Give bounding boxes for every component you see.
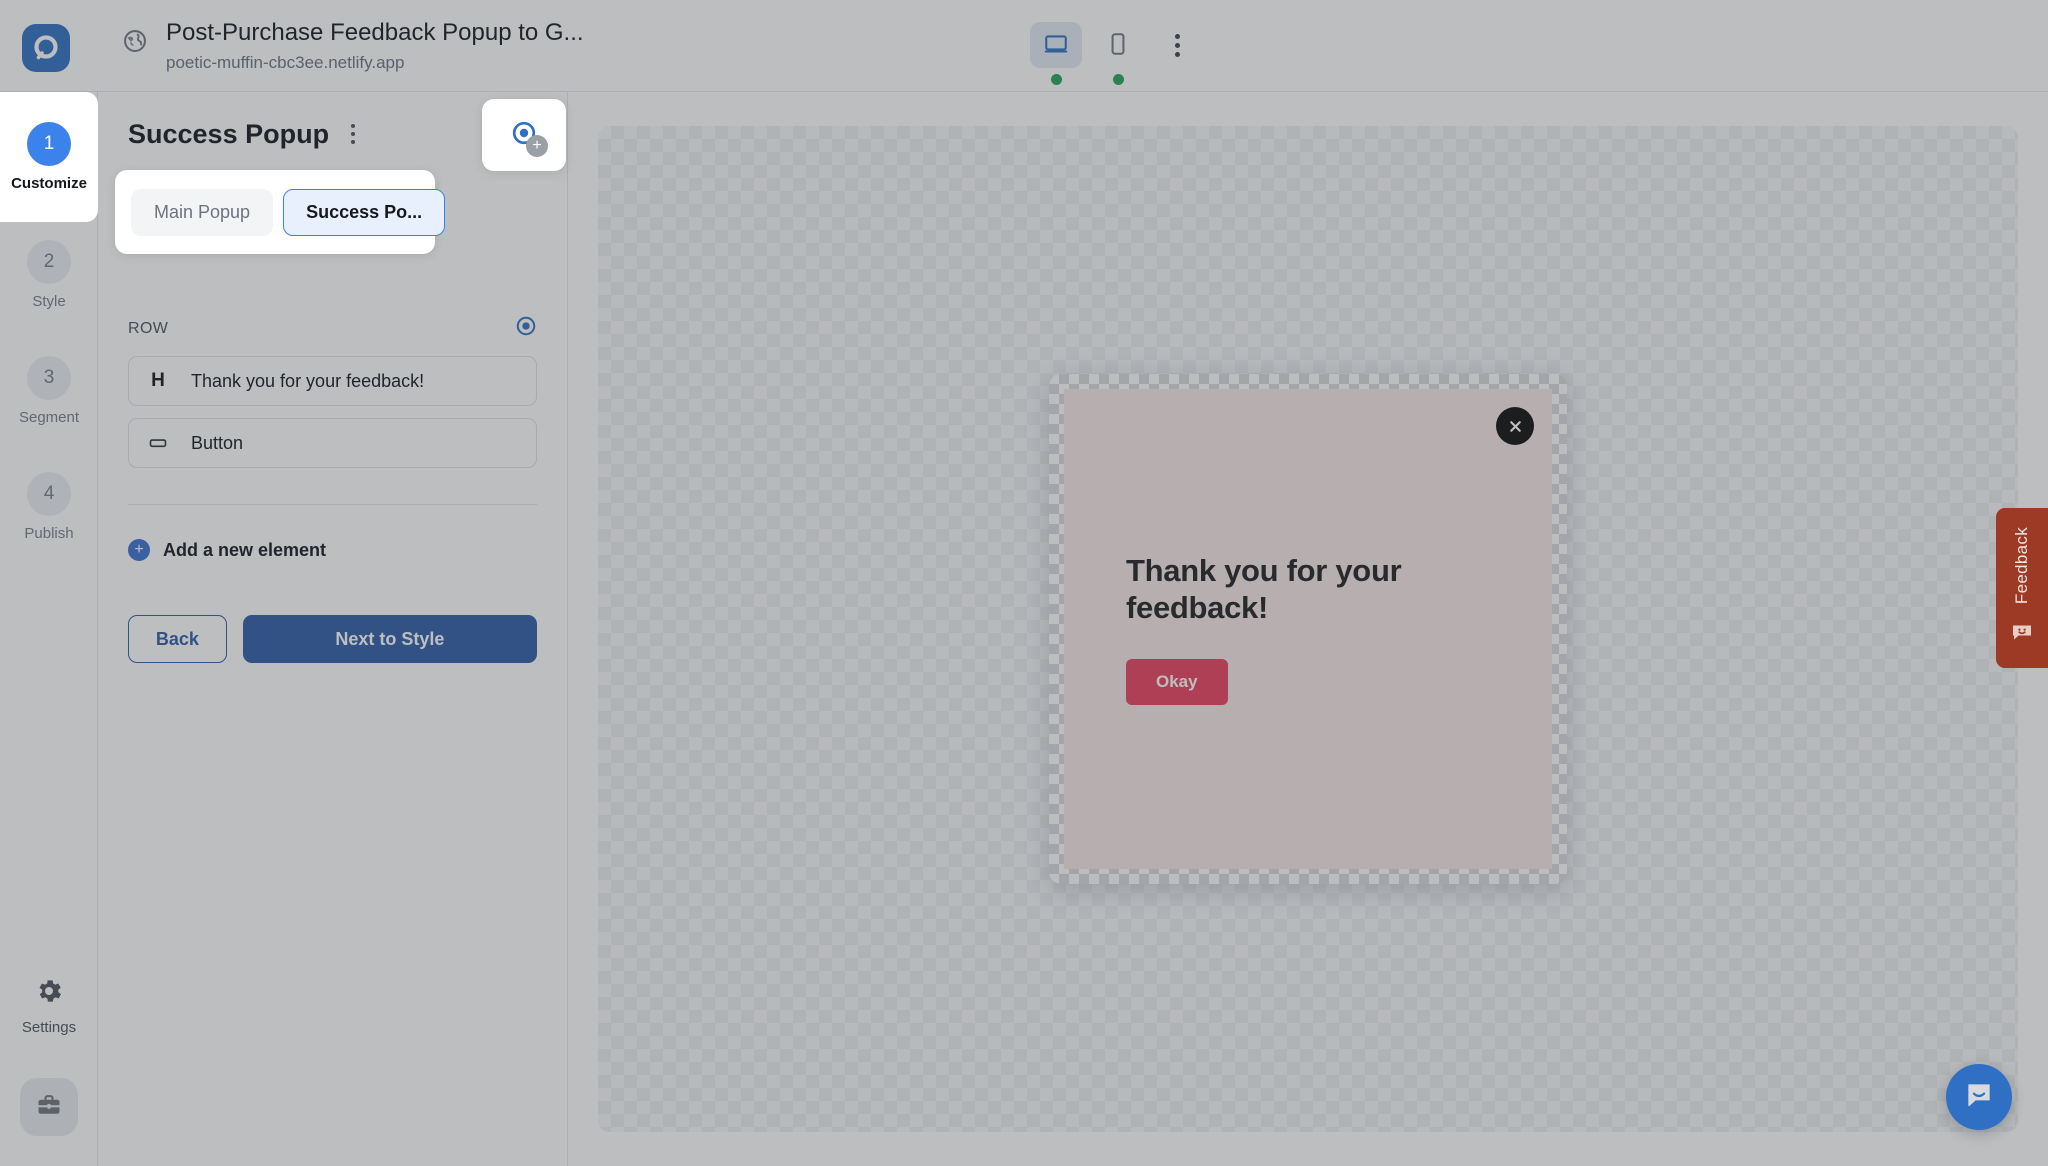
tab-main-popup[interactable]: Main Popup — [131, 188, 274, 236]
device-preview-switch — [1030, 22, 1200, 85]
row-section-header: ROW — [128, 315, 537, 342]
sidebar-item-publish[interactable]: 4 Publish — [0, 458, 98, 552]
next-to-style-button[interactable]: Next to Style — [242, 615, 537, 663]
variant-tabs-card: Main Popup Success Po... — [115, 170, 446, 254]
settings-label: Settings — [21, 1019, 77, 1036]
editor-header: Success Popup — [128, 118, 537, 150]
chat-icon — [1963, 1079, 1995, 1116]
popup-heading: Thank you for your feedback! — [1126, 553, 1402, 625]
app-root: Post-Purchase Feedback Popup to G... poe… — [0, 0, 2048, 1166]
divider — [128, 504, 537, 505]
workspace-switcher-button[interactable] — [20, 1078, 78, 1136]
canvas-frame: Thank you for your feedback! Okay — [598, 126, 2018, 1132]
document-info: Post-Purchase Feedback Popup to G... poe… — [120, 18, 584, 75]
step-label: Style — [32, 293, 66, 310]
gear-icon — [34, 976, 64, 1011]
mobile-icon — [1105, 31, 1131, 60]
step-label: Publish — [24, 525, 74, 542]
list-item-label: Thank you for your feedback! — [191, 370, 425, 391]
sidebar-item-style[interactable]: 2 Style — [0, 226, 98, 320]
add-new-element-label: Add a new element — [163, 539, 327, 560]
active-step-card[interactable]: 1 Customize — [0, 92, 98, 222]
top-header: Post-Purchase Feedback Popup to G... poe… — [0, 0, 2048, 92]
rail-bottom: Settings — [0, 976, 98, 1136]
feedback-tab[interactable]: Feedback — [1996, 508, 2048, 668]
step-number: 2 — [27, 240, 71, 284]
feedback-tab-label: Feedback — [2012, 526, 2031, 605]
tab-success-popup[interactable]: Success Po... — [283, 188, 446, 236]
popup-body: Thank you for your feedback! Okay — [1064, 389, 1552, 869]
sidebar-item-settings[interactable]: Settings — [22, 976, 76, 1036]
desktop-icon — [1043, 31, 1069, 60]
active-step-number: 1 — [27, 122, 71, 166]
step-number: 3 — [27, 356, 71, 400]
device-desktop-button[interactable] — [1030, 22, 1082, 68]
back-button[interactable]: Back — [128, 615, 227, 663]
feedback-smiley-icon — [2010, 620, 2034, 649]
step-number: 4 — [27, 472, 71, 516]
popup-preview[interactable]: Thank you for your feedback! Okay — [1049, 374, 1567, 884]
editor-kebab-menu-icon[interactable] — [343, 118, 363, 150]
element-list: H Thank you for your feedback! Button — [128, 356, 537, 468]
add-step-button[interactable]: + — [482, 99, 566, 171]
heading-icon: H — [151, 370, 165, 391]
popupsmart-logo-icon[interactable] — [22, 24, 70, 72]
plus-badge-icon: + — [526, 135, 548, 157]
list-item-label: Button — [191, 432, 244, 453]
list-item[interactable]: Button — [128, 418, 537, 468]
plus-icon: + — [128, 539, 150, 561]
page-url: poetic-muffin-cbc3ee.netlify.app — [166, 53, 405, 72]
button-icon — [147, 433, 169, 453]
row-section-label: ROW — [128, 319, 169, 337]
list-item[interactable]: H Thank you for your feedback! — [128, 356, 537, 406]
preview-canvas: Thank you for your feedback! Okay — [568, 92, 2048, 1166]
editor-title: Success Popup — [128, 118, 330, 149]
desktop-status-dot — [1050, 74, 1062, 85]
sidebar-item-segment[interactable]: 3 Segment — [0, 342, 98, 436]
close-icon[interactable] — [1496, 407, 1534, 445]
mobile-status-dot — [1112, 74, 1124, 85]
kebab-menu-icon[interactable] — [1154, 22, 1200, 68]
add-new-element-button[interactable]: + Add a new element — [128, 535, 326, 565]
left-rail: 1 Customize 2 Style 3 Segment 4 Publish — [0, 92, 98, 1166]
briefcase-icon — [35, 1091, 63, 1124]
step-label: Segment — [18, 409, 80, 426]
popup-cta-button[interactable]: Okay — [1126, 658, 1228, 705]
device-mobile-button[interactable] — [1092, 22, 1144, 68]
globe-icon — [120, 26, 150, 56]
active-step-label: Customize — [11, 175, 87, 192]
chat-launcher-button[interactable] — [1946, 1064, 2012, 1130]
wizard-actions: Back Next to Style — [128, 615, 537, 663]
row-target-icon[interactable] — [515, 315, 537, 342]
page-title: Post-Purchase Feedback Popup to G... — [166, 19, 584, 46]
